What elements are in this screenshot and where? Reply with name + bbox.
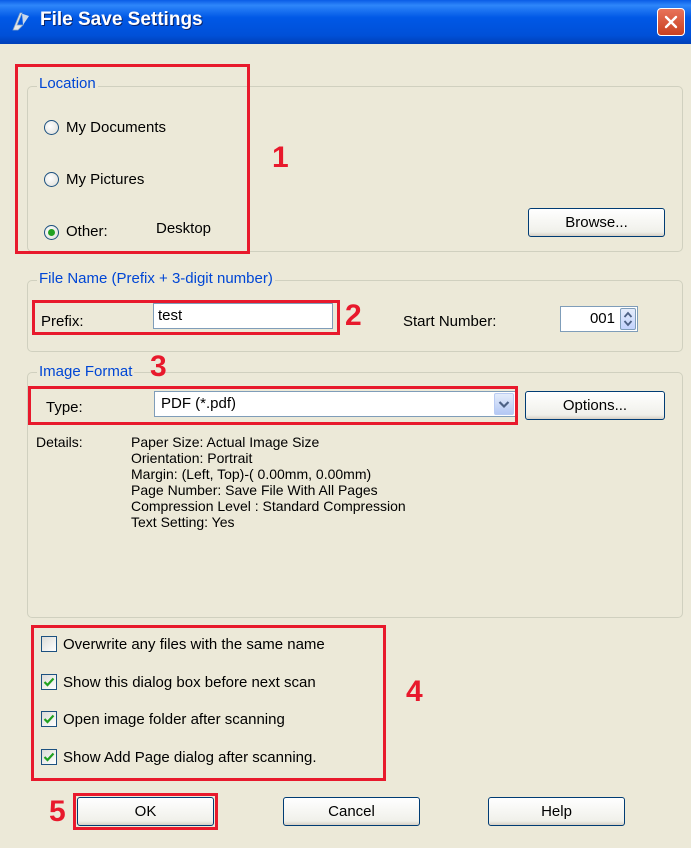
details-label: Details:: [36, 434, 83, 450]
other-location-value: Desktop: [156, 220, 212, 237]
help-button[interactable]: Help: [488, 797, 625, 826]
annotation-number-2: 2: [345, 299, 362, 332]
annotation-number-3: 3: [150, 350, 167, 383]
open-folder-checkbox-label: Open image folder after scanning: [63, 711, 285, 728]
show-dialog-checkbox-label: Show this dialog box before next scan: [63, 674, 316, 691]
radio-my-pictures-label: My Pictures: [66, 171, 145, 188]
type-select-value: PDF (*.pdf): [161, 395, 237, 412]
type-select[interactable]: PDF (*.pdf): [154, 391, 516, 417]
prefix-input[interactable]: test: [153, 303, 333, 329]
radio-my-pictures[interactable]: [44, 172, 59, 187]
close-icon: [664, 15, 678, 29]
type-dropdown-button[interactable]: [494, 393, 514, 415]
start-number-label: Start Number:: [403, 313, 497, 330]
prefix-label: Prefix:: [41, 313, 84, 330]
radio-other[interactable]: [44, 225, 59, 240]
check-mark-icon: [43, 752, 55, 762]
add-page-checkbox[interactable]: [41, 749, 57, 765]
window-title: File Save Settings: [40, 9, 203, 30]
start-number-value: 001: [589, 310, 615, 327]
image-format-legend: Image Format: [37, 363, 135, 380]
details-line: Text Setting: Yes: [131, 514, 235, 530]
details-line: Compression Level : Standard Compression: [131, 498, 406, 514]
ok-button[interactable]: OK: [77, 797, 214, 826]
show-dialog-checkbox[interactable]: [41, 674, 57, 690]
close-button[interactable]: [657, 8, 685, 36]
annotation-number-4: 4: [406, 675, 423, 708]
scanner-app-icon: [12, 12, 29, 31]
annotation-number-1: 1: [272, 141, 289, 174]
file-name-legend: File Name (Prefix + 3-digit number): [37, 270, 275, 287]
overwrite-checkbox[interactable]: [41, 636, 57, 652]
details-line: Paper Size: Actual Image Size: [131, 434, 320, 450]
options-button[interactable]: Options...: [525, 391, 665, 420]
open-folder-checkbox[interactable]: [41, 711, 57, 727]
annotation-number-5: 5: [49, 795, 66, 828]
spin-arrows-icon: [623, 311, 633, 327]
cancel-button[interactable]: Cancel: [283, 797, 420, 826]
start-number-spin[interactable]: [620, 308, 636, 330]
title-bar[interactable]: File Save Settings: [0, 0, 691, 44]
check-mark-icon: [43, 677, 55, 687]
start-number-stepper[interactable]: 001: [560, 306, 638, 332]
radio-my-documents[interactable]: [44, 120, 59, 135]
radio-selected-dot: [48, 229, 55, 236]
check-mark-icon: [43, 714, 55, 724]
details-line: Margin: (Left, Top)-( 0.00mm, 0.00mm): [131, 466, 372, 482]
chevron-down-icon: [498, 401, 510, 409]
location-legend: Location: [37, 75, 98, 92]
details-line: Page Number: Save File With All Pages: [131, 482, 378, 498]
add-page-checkbox-label: Show Add Page dialog after scanning.: [63, 749, 317, 766]
browse-button[interactable]: Browse...: [528, 208, 665, 237]
radio-my-documents-label: My Documents: [66, 119, 167, 136]
details-line: Orientation: Portrait: [131, 450, 253, 466]
file-save-settings-dialog: File Save Settings Location My Documents…: [0, 0, 691, 848]
radio-other-label: Other:: [66, 223, 108, 240]
overwrite-checkbox-label: Overwrite any files with the same name: [63, 636, 325, 653]
type-label: Type:: [46, 399, 83, 416]
